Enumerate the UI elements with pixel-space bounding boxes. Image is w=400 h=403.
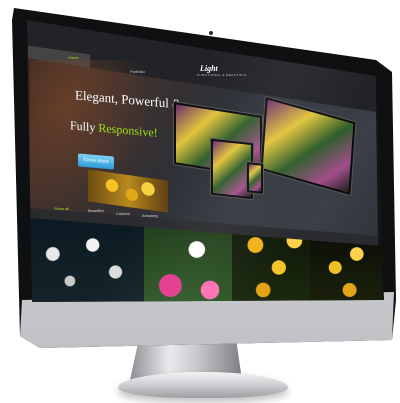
gallery-tab-amazing[interactable]: Amazing: [142, 213, 158, 218]
hero-subheadline-plain: Fully: [70, 118, 99, 135]
device-screen: [249, 164, 261, 192]
gallery-image-white-flowers[interactable]: [30, 218, 144, 302]
monitor-stand-base: [118, 372, 288, 398]
site-logo-tagline: FUNCTIONAL & BEAUTIFUL: [197, 73, 248, 77]
gallery-tab-show-all[interactable]: Show all: [54, 206, 69, 211]
webcam-icon: [209, 31, 213, 35]
site-logo[interactable]: Light: [200, 64, 218, 73]
gallery-tab-beautiful[interactable]: Beautiful: [88, 208, 104, 213]
gallery-tab-colorful[interactable]: Colorful: [116, 211, 130, 216]
device-mockup-phone: [246, 161, 264, 195]
